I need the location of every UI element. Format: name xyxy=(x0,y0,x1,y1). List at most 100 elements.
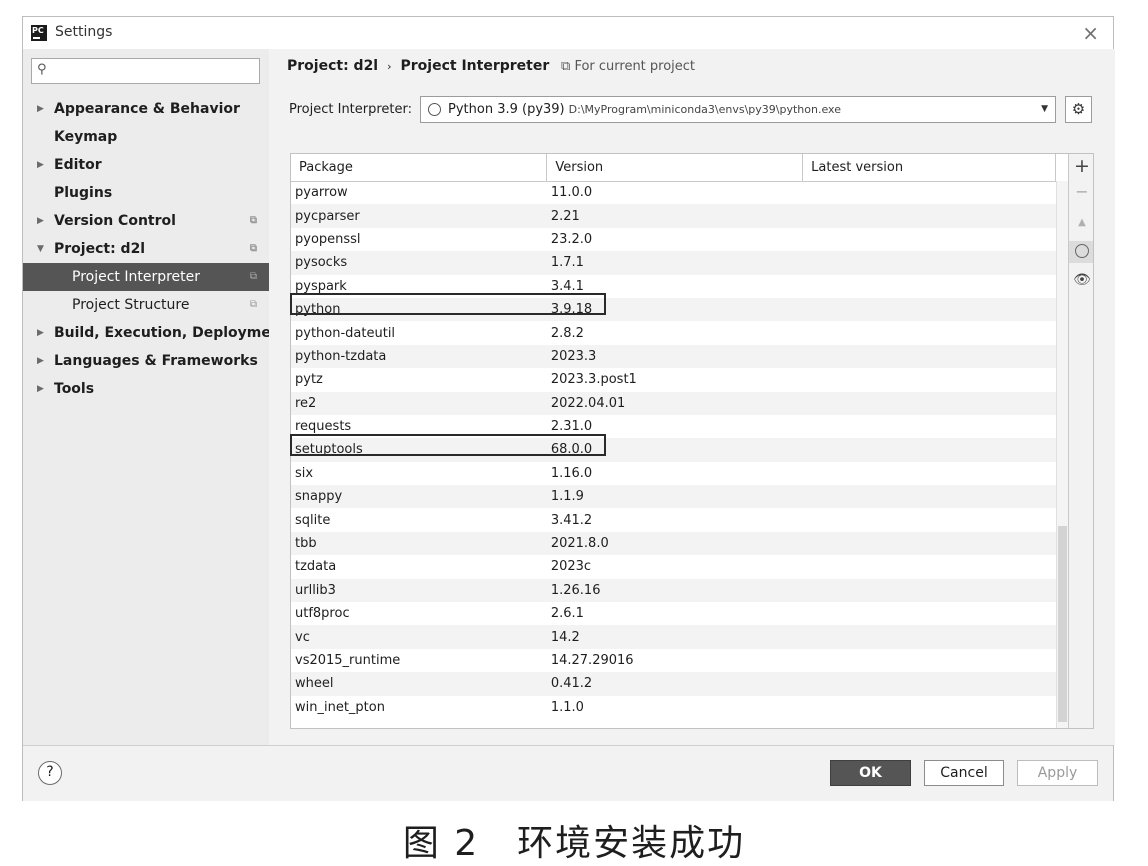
window-title: Settings xyxy=(55,24,113,40)
package-latest-cell xyxy=(802,438,1056,462)
table-row[interactable]: requests 2.31.0 xyxy=(291,415,1056,438)
sidebar-item-project[interactable]: ▼ Project: d2l ⧉ xyxy=(23,235,269,263)
table-row[interactable]: pytz 2023.3.post1 xyxy=(291,368,1056,391)
cancel-button[interactable]: Cancel xyxy=(924,760,1004,786)
package-latest-cell xyxy=(803,555,1056,578)
chevron-down-icon[interactable]: ▼ xyxy=(1041,97,1048,122)
table-row[interactable]: re2 2022.04.01 xyxy=(291,391,1056,415)
sidebar-item-label: Project: d2l xyxy=(54,241,146,257)
package-version-cell: 68.0.0 xyxy=(546,438,803,462)
table-row[interactable]: snappy 1.1.9 xyxy=(291,485,1056,509)
table-row[interactable]: vs2015_runtime 14.27.29016 xyxy=(291,649,1056,672)
package-name-cell: vc xyxy=(291,625,547,649)
settings-search[interactable]: ⚲ xyxy=(31,58,260,84)
sidebar-item-version-control[interactable]: ▶ Version Control ⧉ xyxy=(23,207,269,235)
table-row[interactable]: pysocks 1.7.1 xyxy=(291,251,1056,275)
sidebar-item-plugins[interactable]: Plugins xyxy=(23,179,269,207)
package-version-cell: 2023c xyxy=(550,559,592,575)
package-name-cell: re2 xyxy=(291,391,547,415)
package-latest-cell xyxy=(802,204,1056,228)
settings-nav: ▶ Appearance & Behavior Keymap ▶ Editor … xyxy=(23,95,288,403)
table-row[interactable]: pycparser 2.21 xyxy=(291,204,1056,228)
eye-icon[interactable]: 👁 xyxy=(1069,272,1093,288)
loading-indicator-icon[interactable] xyxy=(1069,241,1093,263)
apply-button[interactable]: Apply xyxy=(1017,760,1098,786)
table-row[interactable]: pyopenssl 23.2.0 xyxy=(291,228,1056,251)
sidebar-item-build[interactable]: ▶ Build, Execution, Deployment xyxy=(23,319,288,347)
column-header-package[interactable]: Package xyxy=(291,154,548,182)
table-row[interactable]: wheel 0.41.2 xyxy=(291,672,1056,696)
sidebar-item-project-interpreter[interactable]: Project Interpreter ⧉ xyxy=(23,263,269,291)
sidebar-item-languages[interactable]: ▶ Languages & Frameworks xyxy=(23,347,269,375)
sidebar-item-project-structure[interactable]: Project Structure ⧉ xyxy=(23,291,269,319)
collapse-arrow-icon[interactable]: ▼ xyxy=(37,235,44,263)
close-icon[interactable]: × xyxy=(1082,21,1099,45)
expand-arrow-icon[interactable]: ▶ xyxy=(37,347,44,375)
package-latest-cell xyxy=(803,321,1056,344)
package-latest-cell xyxy=(803,181,1056,204)
package-name-cell: win_inet_pton xyxy=(295,699,385,715)
sidebar-item-keymap[interactable]: Keymap xyxy=(23,123,269,151)
sidebar-item-appearance[interactable]: ▶ Appearance & Behavior xyxy=(23,95,269,123)
upgrade-package-button[interactable]: ▲ xyxy=(1069,217,1093,228)
table-scrollbar[interactable] xyxy=(1056,181,1068,728)
scrollbar-thumb[interactable] xyxy=(1058,526,1067,722)
package-name-cell: pytz xyxy=(295,372,323,388)
table-row[interactable]: tbb 2021.8.0 xyxy=(291,531,1056,556)
package-latest-cell xyxy=(803,368,1056,391)
package-name-cell: utf8proc xyxy=(295,606,350,622)
table-row[interactable]: pyspark 3.4.1 xyxy=(291,275,1056,298)
expand-arrow-icon[interactable]: ▶ xyxy=(37,375,44,403)
table-row[interactable]: python 3.9.18 xyxy=(291,297,1056,322)
package-latest-cell xyxy=(802,344,1056,369)
table-row[interactable]: urllib3 1.26.16 xyxy=(291,578,1056,603)
package-version-cell: 2022.04.01 xyxy=(546,391,803,415)
package-table: Package Version Latest version pyarrow 11… xyxy=(291,154,1056,719)
gear-icon[interactable]: ⚙ xyxy=(1065,96,1092,123)
sidebar-item-label: Build, Execution, Deployment xyxy=(54,325,288,341)
table-row[interactable]: utf8proc 2.6.1 xyxy=(291,602,1056,625)
package-version-cell: 3.4.1 xyxy=(550,278,584,294)
project-scope-icon: ⧉ xyxy=(249,215,257,226)
table-row[interactable]: pyarrow 11.0.0 xyxy=(291,181,1056,204)
package-name-cell: python xyxy=(291,297,547,322)
ok-button[interactable]: OK xyxy=(830,760,911,786)
package-version-cell: 11.0.0 xyxy=(550,185,593,201)
project-scope-icon: ⧉ xyxy=(249,243,257,254)
package-latest-cell xyxy=(803,696,1056,719)
package-latest-cell xyxy=(803,228,1056,251)
package-version-cell: 2.8.2 xyxy=(550,325,584,341)
sidebar-item-label: Version Control xyxy=(54,213,176,229)
sidebar-item-label: Languages & Frameworks xyxy=(54,353,258,369)
expand-arrow-icon[interactable]: ▶ xyxy=(37,95,44,123)
column-header-latest-version[interactable]: Latest version xyxy=(802,154,1056,182)
table-row[interactable]: vc 14.2 xyxy=(291,625,1056,649)
column-header-version[interactable]: Version xyxy=(546,154,804,182)
table-row[interactable]: tzdata 2023c xyxy=(291,555,1056,578)
search-input[interactable] xyxy=(54,61,254,81)
package-name-cell: wheel xyxy=(291,672,547,696)
package-version-cell: 2.6.1 xyxy=(550,606,584,622)
title-bar: PC Settings × xyxy=(23,17,1113,49)
table-row[interactable]: sqlite 3.41.2 xyxy=(291,508,1056,531)
help-button[interactable]: ? xyxy=(38,761,62,785)
interpreter-select[interactable]: Python 3.9 (py39) D:\MyProgram\miniconda3… xyxy=(420,96,1056,123)
expand-arrow-icon[interactable]: ▶ xyxy=(37,151,44,179)
package-name-cell: pyarrow xyxy=(295,185,348,201)
table-row[interactable]: win_inet_pton 1.1.0 xyxy=(291,696,1056,719)
add-package-button[interactable]: + xyxy=(1069,155,1093,177)
for-current-project-label: For current project xyxy=(574,59,696,74)
sidebar-item-label: Project Interpreter xyxy=(72,269,201,285)
remove-package-button[interactable]: − xyxy=(1069,182,1093,201)
sidebar-item-editor[interactable]: ▶ Editor xyxy=(23,151,269,179)
expand-arrow-icon[interactable]: ▶ xyxy=(37,319,44,347)
sidebar-item-tools[interactable]: ▶ Tools xyxy=(23,375,269,403)
package-version-cell: 2.31.0 xyxy=(550,419,593,435)
expand-arrow-icon[interactable]: ▶ xyxy=(37,207,44,235)
table-row[interactable]: python-dateutil 2.8.2 xyxy=(291,321,1056,344)
package-version-cell: 2023.3 xyxy=(546,344,803,369)
table-row[interactable]: six 1.16.0 xyxy=(291,462,1056,485)
table-row[interactable]: setuptools 68.0.0 xyxy=(291,438,1056,462)
table-row[interactable]: python-tzdata 2023.3 xyxy=(291,344,1056,369)
package-latest-cell xyxy=(803,602,1056,625)
